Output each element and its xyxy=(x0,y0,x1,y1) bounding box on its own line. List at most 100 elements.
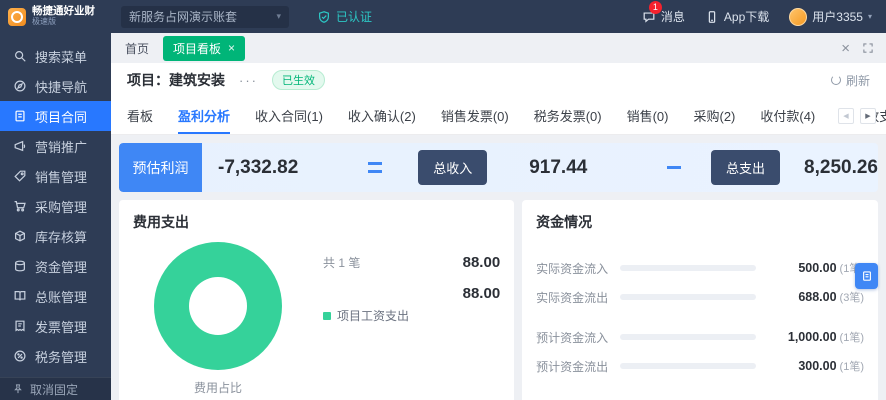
sidebar-item-general-ledger[interactable]: 总账管理 xyxy=(0,281,111,311)
sidebar-item-label: 资金管理 xyxy=(35,257,87,276)
main-area: 首页 项目看板 × × 项目：建筑安装 ··· 已生效 刷新 看板 盈利分析 收… xyxy=(111,33,886,400)
unpin-label: 取消固定 xyxy=(30,381,78,398)
sidebar-item-project-contract[interactable]: 项目合同 xyxy=(0,101,111,131)
cert-badge[interactable]: 已认证 xyxy=(317,8,372,25)
total-expense-button[interactable]: 总支出 xyxy=(711,150,780,185)
fund-row-actual-inflow: 实际资金流入 500.00(1笔) xyxy=(536,258,864,278)
sidebar-item-sales[interactable]: 销售管理 xyxy=(0,161,111,191)
scroll-right-icon[interactable]: ▶ xyxy=(860,108,876,124)
page-body: 预估利润 -7,332.82 总收入 917.44 总支出 8,250.26 费… xyxy=(111,135,886,400)
page-title: 项目：建筑安装 xyxy=(127,70,225,90)
tab-project-board[interactable]: 项目看板 × xyxy=(163,36,245,61)
chevron-down-icon: ▾ xyxy=(868,12,872,21)
legend-item-value: 88.00 xyxy=(323,285,500,302)
sidebar-item-label: 销售管理 xyxy=(35,167,87,186)
estimated-profit-button[interactable]: 预估利润 xyxy=(119,143,202,192)
subtab-tax-invoice[interactable]: 税务发票(0) xyxy=(534,97,602,134)
search-icon xyxy=(13,49,27,63)
sidebar-item-quick-nav[interactable]: 快捷导航 xyxy=(0,71,111,101)
sidebar-item-label: 税务管理 xyxy=(35,347,87,366)
unpin-button[interactable]: 取消固定 xyxy=(0,377,111,400)
sidebar-item-marketing[interactable]: 营销推广 xyxy=(0,131,111,161)
fund-amount: 1,000.00 xyxy=(788,330,837,344)
feedback-button[interactable] xyxy=(855,263,878,289)
user-menu[interactable]: 用户3355 ▾ xyxy=(789,8,872,26)
fund-row-value: 688.00(3笔) xyxy=(768,288,864,306)
cards-row: 费用支出 共 1 笔 88.00 88.00 项目工资支出 xyxy=(119,200,878,400)
fund-row-label: 实际资金流出 xyxy=(536,289,616,306)
tab-close-icon[interactable]: × xyxy=(228,41,235,55)
subtab-bar: 看板 盈利分析 收入合同(1) 收入确认(2) 销售发票(0) 税务发票(0) … xyxy=(111,97,886,135)
subtab-board[interactable]: 看板 xyxy=(127,97,153,134)
app-download-button[interactable]: App下载 xyxy=(705,8,769,25)
sidebar-item-funds[interactable]: 资金管理 xyxy=(0,251,111,281)
sidebar-item-invoices[interactable]: 发票管理 xyxy=(0,311,111,341)
fund-row-value: 1,000.00(1笔) xyxy=(768,328,864,346)
subtab-profit-analysis[interactable]: 盈利分析 xyxy=(178,97,230,134)
fund-amount: 500.00 xyxy=(798,261,836,275)
sidebar-item-label: 搜索菜单 xyxy=(35,47,87,66)
funds-rows: 实际资金流入 500.00(1笔) 实际资金流出 688.00(3笔) 预计资金… xyxy=(536,258,864,376)
scroll-left-icon[interactable]: ◀ xyxy=(838,108,854,124)
fund-count: (1笔) xyxy=(840,361,864,373)
fund-count: (3笔) xyxy=(840,292,864,304)
close-all-tabs-icon[interactable]: × xyxy=(841,41,850,56)
sidebar-item-label: 库存核算 xyxy=(35,227,87,246)
messages-button[interactable]: 1 消息 xyxy=(642,8,685,25)
expand-icon[interactable] xyxy=(862,42,874,54)
account-selector[interactable]: 新服务占网演示账套 ▾ xyxy=(121,6,289,28)
legend-item[interactable]: 项目工资支出 xyxy=(323,307,500,324)
expense-card: 费用支出 共 1 笔 88.00 88.00 项目工资支出 xyxy=(119,200,514,400)
coins-icon xyxy=(13,259,27,273)
document-icon xyxy=(861,270,873,282)
fund-row-label: 预计资金流入 xyxy=(536,329,616,346)
total-income-button[interactable]: 总收入 xyxy=(418,150,487,185)
account-name: 新服务占网演示账套 xyxy=(129,8,237,25)
box-icon xyxy=(13,229,27,243)
page-header-block: 项目：建筑安装 ··· 已生效 刷新 看板 盈利分析 收入合同(1) 收入确认(… xyxy=(111,63,886,135)
fund-row-actual-outflow: 实际资金流出 688.00(3笔) xyxy=(536,287,864,307)
expense-chart-row: 共 1 笔 88.00 88.00 项目工资支出 xyxy=(133,242,500,370)
app-logo[interactable]: 畅捷通好业财 极速版 xyxy=(0,6,111,26)
total-income-value: 917.44 xyxy=(529,157,639,179)
sidebar-item-purchasing[interactable]: 采购管理 xyxy=(0,191,111,221)
sidebar: 搜索菜单 快捷导航 项目合同 营销推广 销售管理 采购管理 库存核算 资金管理 xyxy=(0,33,111,400)
user-label: 用户3355 xyxy=(812,8,863,25)
phone-icon xyxy=(705,10,719,24)
equals-icon xyxy=(368,162,382,173)
messages-label: 消息 xyxy=(661,8,685,25)
subtab-payments[interactable]: 收付款(4) xyxy=(760,97,815,134)
topbar-right: 1 消息 App下载 用户3355 ▾ xyxy=(642,8,886,26)
expense-card-title: 费用支出 xyxy=(133,212,500,232)
tab-home[interactable]: 首页 xyxy=(125,40,149,57)
price-tag-icon xyxy=(13,169,27,183)
messages-count-badge: 1 xyxy=(649,1,662,14)
funds-card-title: 资金情况 xyxy=(536,212,864,232)
logo-text: 畅捷通好业财 极速版 xyxy=(32,6,95,26)
minus-icon xyxy=(667,166,681,169)
fund-row-value: 500.00(1笔) xyxy=(768,259,864,277)
more-actions-icon[interactable]: ··· xyxy=(239,73,258,88)
sidebar-item-label: 发票管理 xyxy=(35,317,87,336)
sidebar-item-inventory[interactable]: 库存核算 xyxy=(0,221,111,251)
expense-count: 共 1 笔 xyxy=(323,254,360,271)
page-header: 项目：建筑安装 ··· 已生效 刷新 xyxy=(111,63,886,97)
subtab-income-contract[interactable]: 收入合同(1) xyxy=(255,97,323,134)
subtab-income-confirm[interactable]: 收入确认(2) xyxy=(348,97,416,134)
refresh-button[interactable]: 刷新 xyxy=(831,72,870,89)
expense-total: 88.00 xyxy=(463,254,501,271)
app-download-label: App下载 xyxy=(724,8,769,25)
sidebar-item-label: 快捷导航 xyxy=(35,77,87,96)
funds-card: 资金情况 实际资金流入 500.00(1笔) 实际资金流出 688.00(3笔)… xyxy=(522,200,878,400)
chevron-down-icon: ▾ xyxy=(276,11,281,22)
cart-icon xyxy=(13,199,27,213)
subtab-purchase[interactable]: 采购(2) xyxy=(693,97,735,134)
sidebar-item-search-menu[interactable]: 搜索菜单 xyxy=(0,41,111,71)
sidebar-item-tax[interactable]: 税务管理 xyxy=(0,341,111,371)
donut-chart[interactable] xyxy=(154,242,282,370)
subtab-sales[interactable]: 销售(0) xyxy=(627,97,669,134)
fund-bar-track xyxy=(620,294,756,300)
subtab-sales-invoice[interactable]: 销售发票(0) xyxy=(441,97,509,134)
estimated-profit-value: -7,332.82 xyxy=(218,157,336,179)
tab-strip: 首页 项目看板 × × xyxy=(111,33,886,63)
